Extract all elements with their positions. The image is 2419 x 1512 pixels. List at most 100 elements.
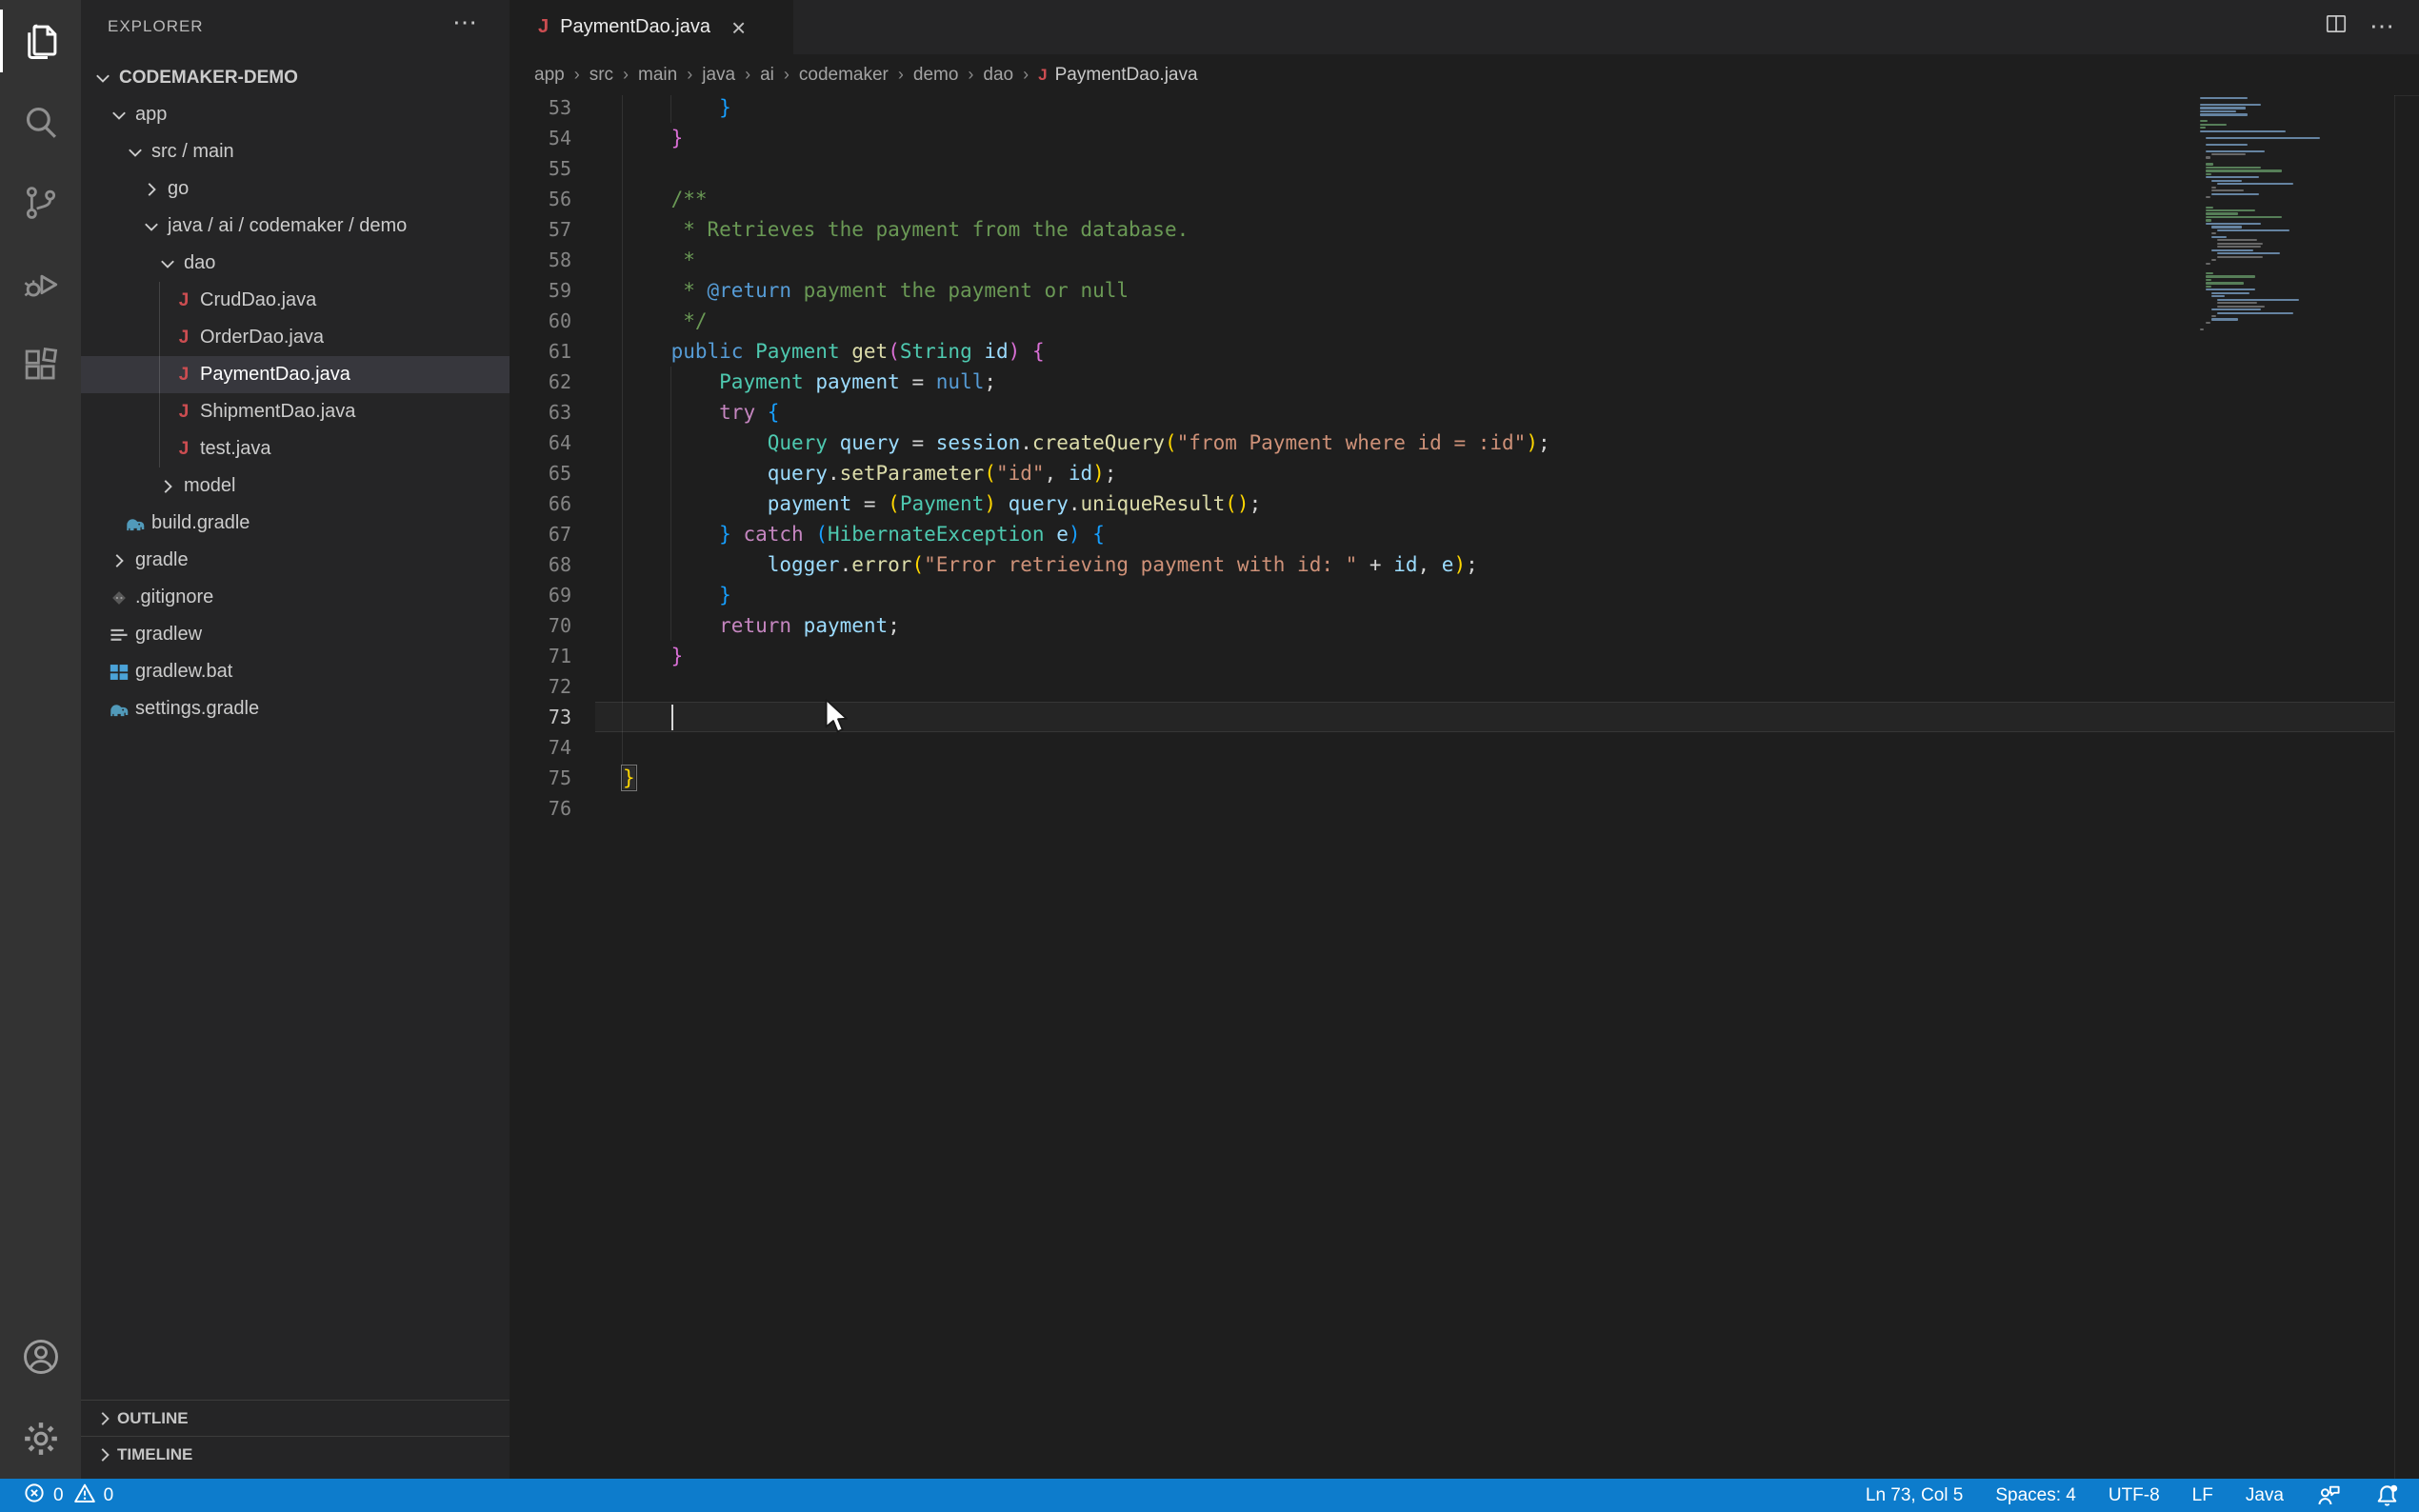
- tree-item-app[interactable]: app: [81, 96, 510, 133]
- close-icon[interactable]: ×: [731, 18, 746, 37]
- timeline-section-header[interactable]: TIMELINE: [81, 1436, 510, 1473]
- split-editor-icon[interactable]: [2324, 11, 2349, 41]
- line-number-76[interactable]: 76: [510, 793, 571, 824]
- line-number-58[interactable]: 58: [510, 245, 571, 275]
- activity-run-debug[interactable]: [0, 243, 81, 324]
- line-number-61[interactable]: 61: [510, 336, 571, 367]
- tree-item-paymentdao.java[interactable]: JPaymentDao.java: [81, 356, 510, 393]
- tree-item-java-ai-codemaker-demo[interactable]: java / ai / codemaker / demo: [81, 208, 510, 245]
- chevron-right-icon: [139, 178, 164, 201]
- activity-account[interactable]: [0, 1316, 81, 1397]
- activity-explorer[interactable]: [0, 0, 81, 81]
- activity-extensions[interactable]: [0, 324, 81, 405]
- minimap-line: [2206, 196, 2210, 198]
- line-number-60[interactable]: 60: [510, 306, 571, 336]
- minimap-line: [2217, 229, 2289, 231]
- activity-bar: [0, 0, 81, 1479]
- tree-item-build.gradle[interactable]: build.gradle: [81, 505, 510, 542]
- breadcrumb-separator: ›: [1023, 65, 1029, 85]
- tree-item-.gitignore[interactable]: .gitignore: [81, 579, 510, 616]
- files-icon: [21, 21, 61, 61]
- status-error-count[interactable]: 0: [23, 1482, 64, 1510]
- tree-item-model[interactable]: model: [81, 468, 510, 505]
- line-number-73[interactable]: 73: [510, 702, 571, 732]
- line-number-74[interactable]: 74: [510, 732, 571, 763]
- breadcrumb-main[interactable]: main: [638, 65, 677, 86]
- tree-item-test.java[interactable]: Jtest.java: [81, 430, 510, 468]
- code-line-57: * Retrieves the payment from the databas…: [623, 214, 1189, 245]
- status-bell-icon[interactable]: [2374, 1482, 2400, 1508]
- line-number-68[interactable]: 68: [510, 549, 571, 580]
- tree-item-orderdao.java[interactable]: JOrderDao.java: [81, 319, 510, 356]
- explorer-title: EXPLORER: [108, 17, 204, 36]
- tree-item-gradlew.bat[interactable]: gradlew.bat: [81, 653, 510, 690]
- line-number-67[interactable]: 67: [510, 519, 571, 549]
- activity-search[interactable]: [0, 81, 81, 162]
- git-file-icon: [107, 587, 131, 609]
- status-utf-8[interactable]: UTF-8: [2109, 1485, 2160, 1506]
- tree-item-shipmentdao.java[interactable]: JShipmentDao.java: [81, 393, 510, 430]
- line-number-69[interactable]: 69: [510, 580, 571, 610]
- debug-icon: [21, 264, 61, 304]
- line-number-54[interactable]: 54: [510, 123, 571, 153]
- tree-item-go[interactable]: go: [81, 170, 510, 208]
- minimap-line: [2211, 249, 2253, 251]
- activity-source-control[interactable]: [0, 162, 81, 243]
- code-line-60: */: [623, 306, 708, 336]
- line-number-57[interactable]: 57: [510, 214, 571, 245]
- scrollbar-lane[interactable]: [2394, 95, 2395, 1479]
- code-editor[interactable]: 5354555657585960616263646566676869707172…: [510, 95, 2419, 1479]
- line-number-70[interactable]: 70: [510, 610, 571, 641]
- active-indicator: [0, 10, 3, 72]
- minimap-line: [2200, 110, 2236, 112]
- line-number-75[interactable]: 75: [510, 763, 571, 793]
- tab-paymentdao[interactable]: J PaymentDao.java ×: [510, 0, 793, 54]
- breadcrumb-ai[interactable]: ai: [760, 65, 774, 86]
- activity-settings[interactable]: [0, 1398, 81, 1479]
- breadcrumb-dao[interactable]: dao: [983, 65, 1013, 86]
- code-line-64: Query query = session.createQuery("from …: [623, 428, 1550, 458]
- line-number-71[interactable]: 71: [510, 641, 571, 671]
- breadcrumb-java[interactable]: java: [702, 65, 735, 86]
- code-line-65: query.setParameter("id", id);: [623, 458, 1116, 488]
- gradle-file-icon: [107, 698, 131, 721]
- status-java[interactable]: Java: [2246, 1485, 2284, 1506]
- more-actions-icon[interactable]: ⋯: [2369, 11, 2396, 41]
- status-warning-count[interactable]: 0: [73, 1482, 114, 1510]
- tree-item-cruddao.java[interactable]: JCrudDao.java: [81, 282, 510, 319]
- line-number-62[interactable]: 62: [510, 367, 571, 397]
- line-number-66[interactable]: 66: [510, 488, 571, 519]
- tree-item-gradlew[interactable]: gradlew: [81, 616, 510, 653]
- breadcrumb-src[interactable]: src: [590, 65, 613, 86]
- line-number-56[interactable]: 56: [510, 184, 571, 214]
- tree-root-codemaker-demo[interactable]: CODEMAKER-DEMO: [81, 59, 510, 96]
- tree-item-gradle[interactable]: gradle: [81, 542, 510, 579]
- status-lf[interactable]: LF: [2192, 1485, 2213, 1506]
- chevron-down-icon: [139, 215, 164, 238]
- breadcrumb-demo[interactable]: demo: [913, 65, 959, 86]
- code-line-71: }: [623, 641, 683, 671]
- tree-item-dao[interactable]: dao: [81, 245, 510, 282]
- minimap-line: [2211, 226, 2242, 228]
- status-ln-73-col-5[interactable]: Ln 73, Col 5: [1866, 1485, 1963, 1506]
- status-feedback-icon[interactable]: [2316, 1482, 2342, 1508]
- line-number-53[interactable]: 53: [510, 95, 571, 123]
- breadcrumb-file[interactable]: JPaymentDao.java: [1038, 65, 1197, 86]
- explorer-more-actions-icon[interactable]: ⋯: [452, 8, 479, 37]
- breadcrumb-app[interactable]: app: [534, 65, 565, 86]
- outline-section-header[interactable]: OUTLINE: [81, 1400, 510, 1437]
- line-number-59[interactable]: 59: [510, 275, 571, 306]
- line-number-63[interactable]: 63: [510, 397, 571, 428]
- tree-item-src-main[interactable]: src / main: [81, 133, 510, 170]
- tree-item-settings.gradle[interactable]: settings.gradle: [81, 690, 510, 727]
- line-number-55[interactable]: 55: [510, 153, 571, 184]
- minimap-line: [2206, 167, 2261, 169]
- breadcrumb-codemaker[interactable]: codemaker: [799, 65, 889, 86]
- code-line-54: }: [623, 123, 683, 153]
- status-spaces-4[interactable]: Spaces: 4: [1995, 1485, 2076, 1506]
- line-number-65[interactable]: 65: [510, 458, 571, 488]
- line-number-64[interactable]: 64: [510, 428, 571, 458]
- line-number-72[interactable]: 72: [510, 671, 571, 702]
- minimap[interactable]: [2190, 95, 2362, 476]
- code-line-62: Payment payment = null;: [623, 367, 996, 397]
